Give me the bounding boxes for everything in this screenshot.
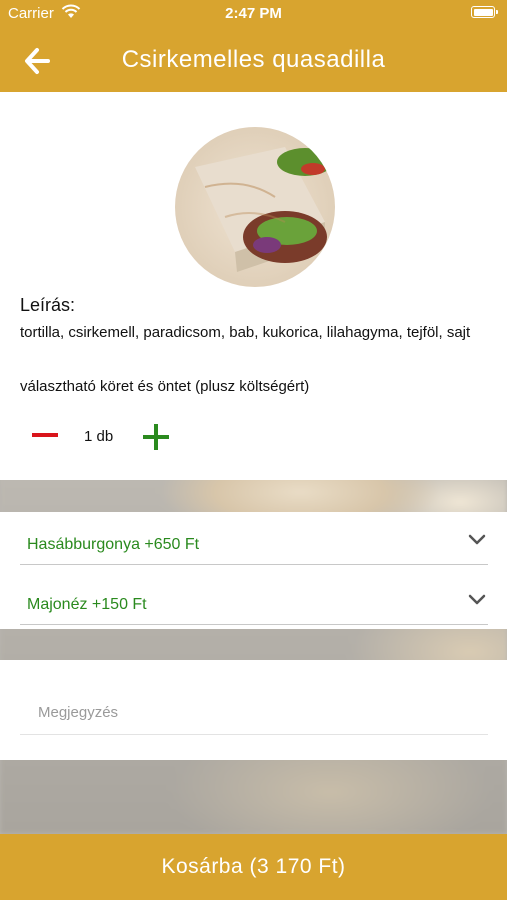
note-field-wrapper	[20, 690, 500, 735]
options-card: Hasábburgonya +650 Ft Majonéz +150 Ft	[0, 512, 507, 629]
page-title: Csirkemelles quasadilla	[121, 46, 386, 73]
note-card	[0, 660, 507, 760]
quantity-value: 1 db	[84, 428, 114, 445]
decrease-quantity-button[interactable]	[32, 422, 58, 448]
product-card: Leírás: tortilla, csirkemell, paradicsom…	[0, 92, 507, 480]
description-text: tortilla, csirkemell, paradicsom, bab, k…	[20, 324, 471, 341]
description-title: Leírás:	[20, 295, 76, 315]
chevron-down-icon	[468, 534, 486, 545]
sauce-select[interactable]: Majonéz +150 Ft	[20, 576, 488, 625]
product-image	[175, 127, 335, 287]
battery-icon	[471, 6, 498, 18]
side-dish-label: Hasábburgonya +650 Ft	[27, 536, 200, 553]
chevron-down-icon	[468, 594, 486, 605]
side-dish-select[interactable]: Hasábburgonya +650 Ft	[20, 516, 488, 565]
app-header: Carrier 2:47 PM Csirkemelles quasadilla	[0, 0, 507, 92]
sauce-label: Majonéz +150 Ft	[27, 596, 147, 613]
note-input[interactable]	[20, 698, 500, 726]
status-bar: Carrier 2:47 PM	[0, 0, 507, 28]
increase-quantity-button[interactable]	[143, 424, 169, 450]
extra-note: választható köret és öntet (plusz költsé…	[20, 378, 310, 395]
add-to-cart-button[interactable]: Kosárba (3 170 Ft)	[0, 834, 507, 900]
status-time: 2:47 PM	[225, 5, 282, 22]
